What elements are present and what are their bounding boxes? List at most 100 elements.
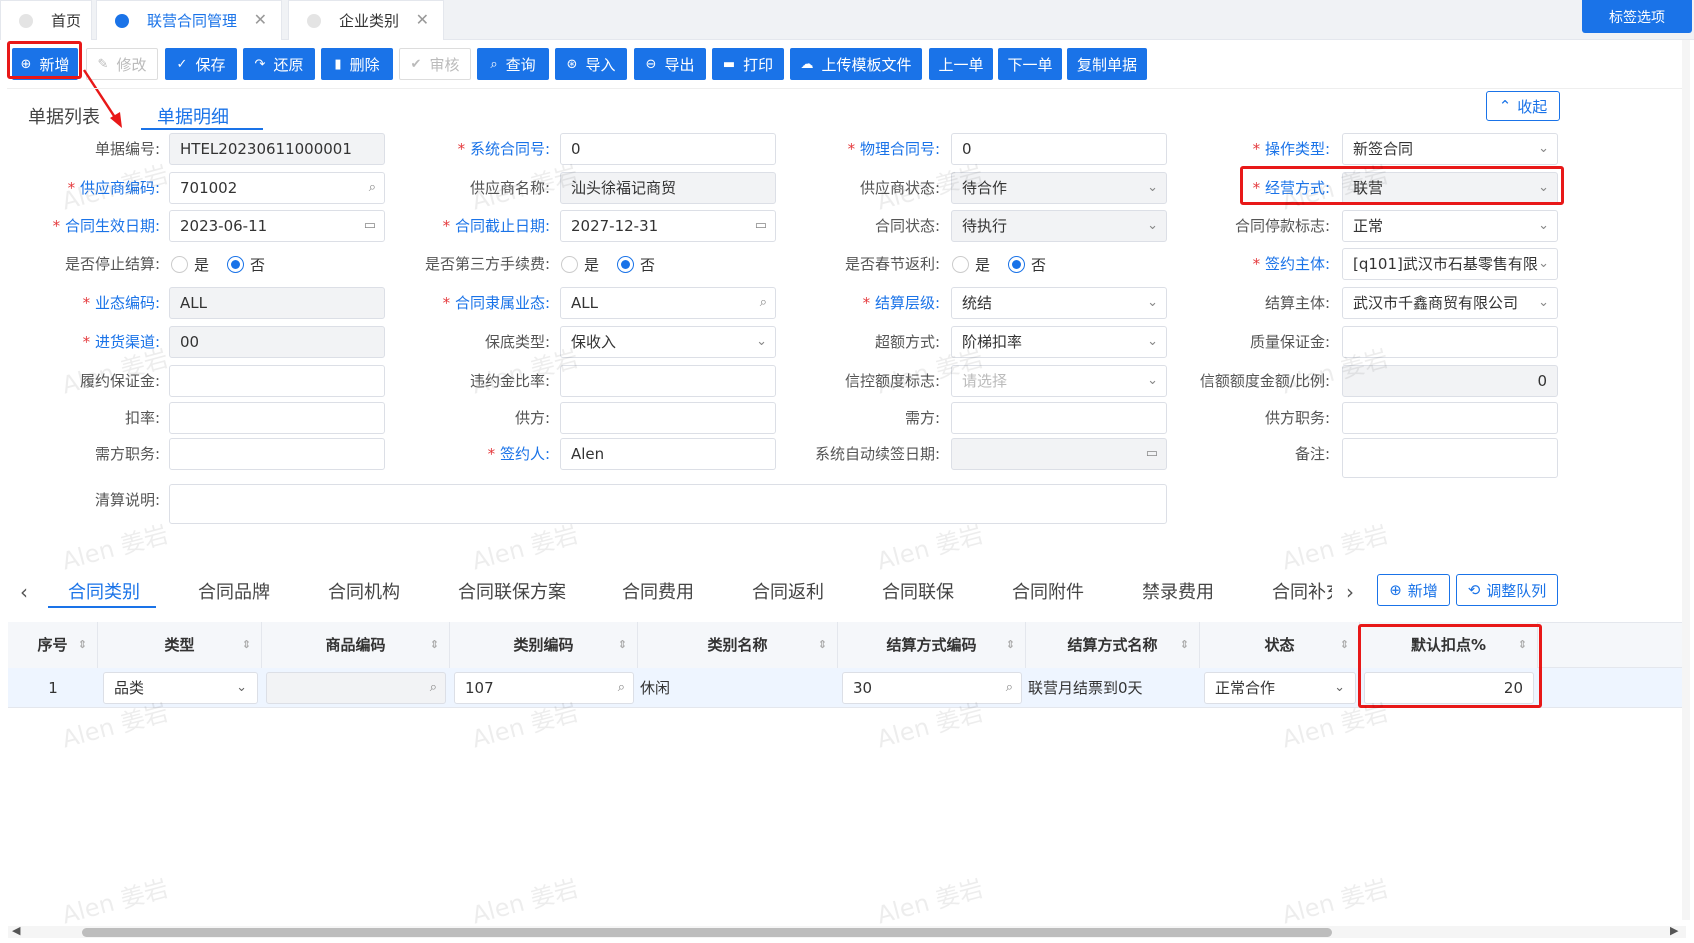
sort-icon[interactable]: ⇕	[430, 622, 439, 668]
col-default-rate[interactable]: 默认扣点% ⇕	[1360, 622, 1538, 668]
auto-renew-field[interactable]: ▭	[951, 438, 1167, 470]
sort-icon[interactable]: ⇕	[818, 622, 827, 668]
cell-product-code[interactable]: ⌕	[266, 672, 446, 704]
upload-template-button[interactable]: ☁ 上传模板文件	[790, 48, 922, 80]
guarantee-type-select[interactable]: 保收入 ⌄	[560, 326, 776, 358]
subtab-fee[interactable]: 合同费用	[622, 578, 694, 604]
cell-settle-code[interactable]: 30 ⌕	[842, 672, 1022, 704]
col-product-code[interactable]: 商品编码 ⇕	[262, 622, 450, 668]
scroll-left-arrow-icon[interactable]: ◀	[12, 924, 20, 937]
settle-level-select[interactable]: 统结 ⌄	[951, 287, 1167, 319]
save-button[interactable]: ✓ 保存	[165, 48, 237, 80]
calendar-icon[interactable]: ▭	[364, 211, 376, 241]
cell-default-rate[interactable]: 20	[1364, 672, 1534, 704]
prev-doc-button[interactable]: 上一单	[929, 48, 993, 80]
search-icon[interactable]: ⌕	[369, 173, 376, 203]
credit-amount-field[interactable]: 0	[1342, 365, 1558, 397]
settle-entity-select[interactable]: 武汉市千鑫商贸有限公司 ⌄	[1342, 287, 1558, 319]
supplier-party-field[interactable]	[560, 402, 776, 434]
subtab-contract-category[interactable]: 合同类别	[68, 578, 140, 604]
tag-options-button[interactable]: 标签选项	[1582, 0, 1692, 33]
search-icon[interactable]: ⌕	[618, 673, 625, 703]
tab-home[interactable]: 首页	[0, 0, 92, 40]
subtab-guarantee-plan[interactable]: 合同联保方案	[458, 578, 566, 604]
cell-type-select[interactable]: 品类 ⌄	[103, 672, 258, 704]
calendar-icon[interactable]: ▭	[1146, 439, 1158, 469]
overflow-mode-select[interactable]: 阶梯扣率 ⌄	[951, 326, 1167, 358]
festival-rebate-radio[interactable]: 是否	[952, 248, 1046, 280]
contract-status-select[interactable]: 待执行 ⌄	[951, 210, 1167, 242]
sort-icon[interactable]: ⇕	[1518, 622, 1527, 668]
supplier-status-select[interactable]: 待合作 ⌄	[951, 172, 1167, 204]
supplier-code-field[interactable]: 701002 ⌕	[169, 172, 385, 204]
sort-icon[interactable]: ⇕	[1340, 622, 1349, 668]
search-icon[interactable]: ⌕	[1006, 673, 1013, 703]
print-button[interactable]: ▬ 打印	[712, 48, 784, 80]
tab-joint-contract[interactable]: 联营合同管理 ✕	[96, 0, 282, 40]
col-category-code[interactable]: 类别编码 ⇕	[450, 622, 638, 668]
subtab-rebate[interactable]: 合同返利	[752, 578, 824, 604]
radio-checked-icon[interactable]	[1008, 255, 1026, 273]
radio-icon[interactable]	[561, 255, 578, 273]
sub-add-button[interactable]: ⊕ 新增	[1377, 574, 1450, 606]
end-date-field[interactable]: 2027-12-31 ▭	[560, 210, 776, 242]
pay-stop-select[interactable]: 正常 ⌄	[1342, 210, 1558, 242]
doc-no-field[interactable]: HTEL20230611000001	[169, 133, 385, 165]
audit-button[interactable]: ✔ 审核	[399, 48, 471, 80]
demand-duty-field[interactable]	[169, 438, 385, 470]
import-button[interactable]: ⊛ 导入	[555, 48, 627, 80]
sort-icon[interactable]: ⇕	[618, 622, 627, 668]
penalty-ratio-field[interactable]	[560, 365, 776, 397]
phys-contract-field[interactable]: 0	[951, 133, 1167, 165]
radio-icon[interactable]	[171, 255, 188, 273]
subtab-org[interactable]: 合同机构	[328, 578, 400, 604]
col-seq[interactable]: 序号 ⇕	[8, 622, 98, 668]
sys-contract-field[interactable]: 0	[560, 133, 776, 165]
radio-checked-icon[interactable]	[617, 255, 635, 273]
credit-flag-select[interactable]: 请选择 ⌄	[951, 365, 1167, 397]
supplier-name-field[interactable]: 汕头徐福记商贸	[560, 172, 776, 204]
collapse-button[interactable]: ⌃ 收起	[1486, 91, 1560, 121]
scroll-right-icon[interactable]: ›	[1346, 580, 1354, 604]
biz-mode-select[interactable]: 联营 ⌄	[1342, 172, 1558, 204]
op-type-select[interactable]: 新签合同 ⌄	[1342, 133, 1558, 165]
sign-entity-select[interactable]: [q101]武汉市石基零售有限 ⌄	[1342, 248, 1558, 280]
col-settle-name[interactable]: 结算方式名称 ⇕	[1026, 622, 1200, 668]
demand-party-field[interactable]	[951, 402, 1167, 434]
col-status[interactable]: 状态 ⇕	[1200, 622, 1360, 668]
quality-deposit-field[interactable]	[1342, 326, 1558, 358]
subtab-forbidden-fee[interactable]: 禁录费用	[1142, 578, 1214, 604]
radio-checked-icon[interactable]	[227, 255, 245, 273]
remark-textarea[interactable]	[1342, 438, 1558, 478]
sort-icon[interactable]: ⇕	[1180, 622, 1189, 668]
start-date-field[interactable]: 2023-06-11 ▭	[169, 210, 385, 242]
channel-field[interactable]: 00	[169, 326, 385, 358]
query-button[interactable]: ⌕ 查询	[477, 48, 549, 80]
col-type[interactable]: 类型 ⇕	[98, 622, 262, 668]
copy-doc-button[interactable]: 复制单据	[1067, 48, 1147, 80]
search-icon[interactable]: ⌕	[430, 673, 437, 703]
format-code-field[interactable]: ALL	[169, 287, 385, 319]
sort-icon[interactable]: ⇕	[78, 622, 87, 668]
calendar-icon[interactable]: ▭	[755, 211, 767, 241]
sort-icon[interactable]: ⇕	[1006, 622, 1015, 668]
subtab-supplement[interactable]: 合同补充	[1272, 578, 1332, 604]
settle-note-textarea[interactable]	[169, 484, 1167, 524]
tab-doc-detail[interactable]: 单据明细	[157, 103, 229, 129]
export-button[interactable]: ⊖ 导出	[634, 48, 706, 80]
scrollbar-thumb[interactable]	[82, 928, 1332, 937]
vertical-scrollbar[interactable]	[1682, 40, 1690, 920]
belong-format-field[interactable]: ALL ⌕	[560, 287, 776, 319]
subtab-brand[interactable]: 合同品牌	[198, 578, 270, 604]
search-icon[interactable]: ⌕	[760, 288, 767, 318]
subtab-attachment[interactable]: 合同附件	[1012, 578, 1084, 604]
cell-category-code[interactable]: 107 ⌕	[454, 672, 634, 704]
scroll-left-icon[interactable]: ‹	[20, 580, 28, 604]
delete-button[interactable]: ▮ 删除	[321, 48, 393, 80]
perf-deposit-field[interactable]	[169, 365, 385, 397]
third-fee-radio[interactable]: 是否	[561, 248, 655, 280]
scroll-right-arrow-icon[interactable]: ▶	[1670, 924, 1678, 937]
col-category-name[interactable]: 类别名称 ⇕	[638, 622, 838, 668]
signer-field[interactable]: Alen	[560, 438, 776, 470]
tab-enterprise-category[interactable]: 企业类别 ✕	[288, 0, 444, 40]
